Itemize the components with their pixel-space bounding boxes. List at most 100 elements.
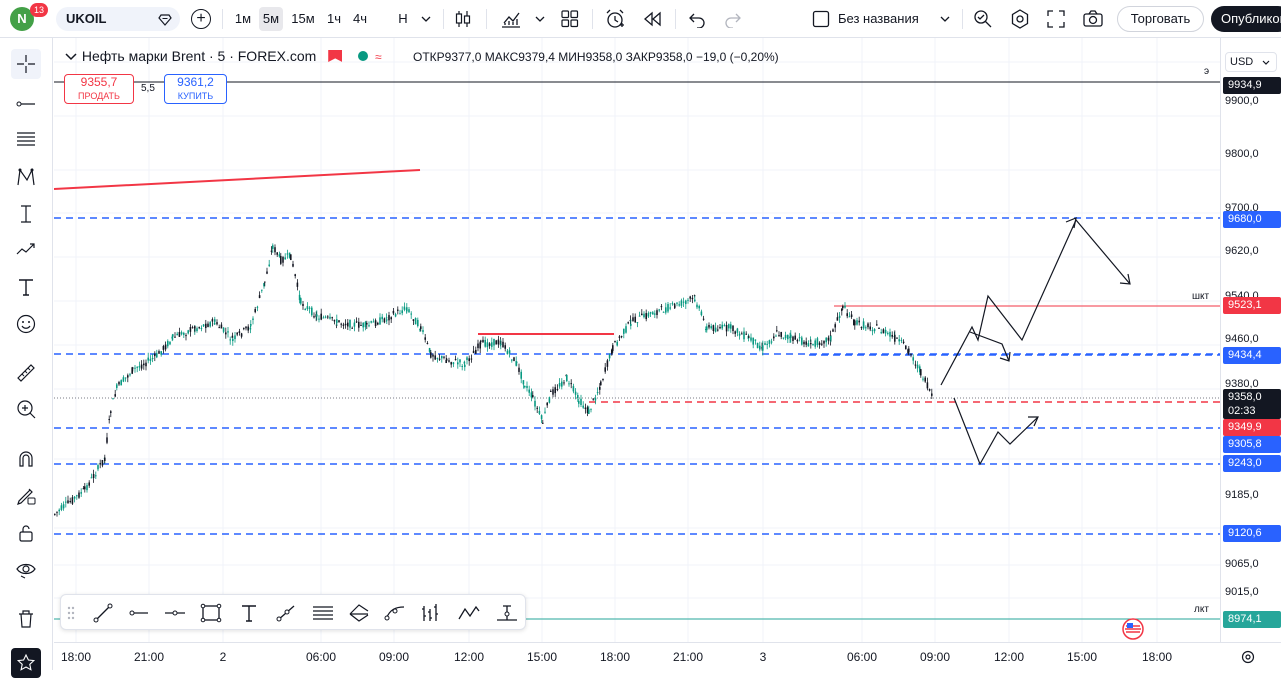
candle-body (214, 319, 216, 322)
candle-body (685, 300, 687, 305)
magnet-icon[interactable] (11, 444, 41, 474)
interval-5m-button[interactable]: 5м (259, 7, 283, 31)
candle-body (776, 330, 778, 332)
drawing-mode-lock-icon[interactable] (11, 481, 41, 511)
candle-body (56, 511, 58, 513)
indicators-icon[interactable] (500, 9, 522, 29)
chevron-down-icon[interactable] (534, 14, 546, 24)
data-delay-icon: ≈ (375, 50, 382, 64)
sell-button[interactable]: 9355,7 ПРОДАТЬ (64, 74, 134, 104)
candle-body (570, 383, 572, 385)
candle-body (604, 367, 606, 372)
candle-body (556, 389, 559, 391)
candle-body (434, 355, 436, 360)
zigzag-pattern-icon[interactable] (457, 601, 481, 625)
curve-icon[interactable] (383, 601, 407, 625)
interval-1h-button[interactable]: 1ч (322, 7, 346, 31)
pitchfork-icon[interactable] (347, 601, 371, 625)
layout-name[interactable]: Без названия (838, 7, 934, 31)
text-icon[interactable] (237, 601, 261, 625)
candle-body (823, 340, 825, 344)
drag-handle-icon[interactable] (65, 601, 77, 625)
us-flag-event-icon[interactable] (1122, 618, 1144, 640)
fullscreen-icon[interactable] (1046, 9, 1066, 29)
bars-pattern-icon[interactable] (419, 601, 443, 625)
candle-body (470, 358, 473, 360)
candle-body (594, 397, 597, 401)
interval-4h-button[interactable]: 4ч (348, 7, 372, 31)
spread-value: 5,5 (141, 83, 155, 94)
undo-icon[interactable] (688, 10, 706, 28)
candle-body (682, 301, 685, 303)
trend-line-icon[interactable] (91, 601, 115, 625)
forecast-tool-icon[interactable] (11, 199, 41, 229)
candle-body (506, 350, 509, 355)
lock-drawings-icon[interactable] (11, 518, 41, 548)
crosshair-tool-icon[interactable] (11, 49, 41, 79)
candle-body (294, 274, 296, 277)
chevron-down-icon[interactable] (939, 14, 951, 24)
emoji-tool-icon[interactable] (11, 309, 41, 339)
candle-body (191, 327, 194, 329)
redo-icon[interactable] (724, 10, 742, 28)
horizontal-ray-icon[interactable] (127, 601, 151, 625)
candle-body (374, 320, 377, 327)
interval-1m-button[interactable]: 1м (231, 7, 255, 31)
replay-icon[interactable] (642, 10, 662, 28)
fib-levels-tool-icon[interactable] (11, 124, 41, 154)
candle-body (592, 398, 594, 400)
candle-body (717, 329, 719, 331)
rectangle-icon[interactable] (199, 601, 223, 625)
chart-pane[interactable] (54, 38, 1220, 642)
camera-icon[interactable] (1082, 9, 1104, 29)
candle-body (261, 289, 263, 291)
templates-grid-icon[interactable] (560, 9, 580, 29)
chevron-down-icon[interactable] (420, 14, 432, 24)
trend-line-tool-icon[interactable] (11, 89, 41, 119)
pattern-tool-icon[interactable] (11, 162, 41, 192)
alarm-clock-icon[interactable] (604, 8, 626, 30)
ray-icon[interactable] (273, 601, 297, 625)
candle-body (112, 398, 114, 400)
interval-15m-button[interactable]: 15м (288, 7, 318, 31)
trade-button[interactable]: Торговать (1117, 6, 1204, 32)
candle-body (426, 343, 429, 345)
zoom-in-icon[interactable] (11, 394, 41, 424)
compare-symbol-button[interactable]: + (191, 9, 211, 29)
candle-body (172, 334, 174, 337)
candle-body (264, 281, 266, 283)
currency-selector[interactable]: USD (1225, 52, 1277, 72)
ruler-tool-icon[interactable] (11, 358, 41, 388)
candle-body (238, 331, 241, 333)
interval-week-button[interactable]: Н (393, 7, 413, 31)
publish-button[interactable]: Опубликовать (1211, 6, 1281, 32)
layout-checkbox-icon[interactable] (812, 10, 830, 28)
candle-body (698, 305, 700, 309)
price-axis[interactable]: USD 9934,9 9900,0 9800,0 9700,0 9680,0 9… (1220, 38, 1281, 642)
buy-button[interactable]: 9361,2 КУПИТЬ (164, 74, 227, 104)
candle-body (360, 324, 362, 326)
candle-body (536, 407, 538, 409)
parallel-channel-icon[interactable] (311, 601, 335, 625)
candle-body (466, 357, 468, 361)
candle-body (243, 328, 245, 330)
close-value: 9358,0 (655, 50, 693, 64)
brush-arrow-tool-icon[interactable] (11, 235, 41, 265)
hide-drawings-eye-icon[interactable] (11, 554, 41, 584)
text-tool-icon[interactable] (11, 272, 41, 302)
collapse-chevron-icon[interactable] (64, 49, 78, 63)
settings-gear-icon[interactable] (1009, 8, 1031, 30)
candle-body (454, 359, 457, 361)
candle-body (472, 350, 475, 354)
diamond-icon[interactable] (158, 12, 172, 26)
flag-icon[interactable] (328, 50, 343, 62)
time-settings-gear-icon[interactable] (1240, 649, 1256, 665)
star-favorites-icon[interactable] (11, 648, 41, 678)
trash-icon[interactable] (11, 604, 41, 634)
time-axis[interactable]: 18:00 21:00 2 06:00 09:00 12:00 15:00 18… (54, 642, 1281, 670)
candles-icon[interactable] (453, 9, 473, 29)
horizontal-line-icon[interactable] (163, 601, 187, 625)
anchored-vwap-icon[interactable] (495, 601, 519, 625)
candle-body (464, 364, 466, 368)
quick-search-icon[interactable] (972, 8, 994, 30)
